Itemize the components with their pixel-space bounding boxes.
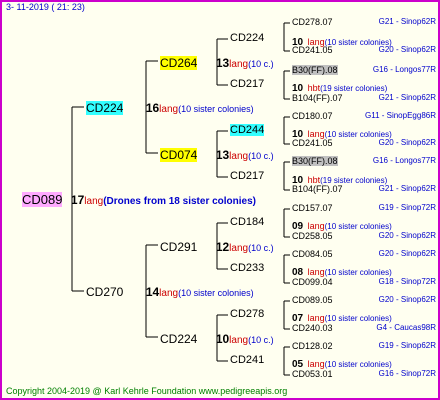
sire-queen-name: CD224 [86, 101, 124, 115]
g5-origin: G19 - Sinop62R [378, 341, 436, 350]
g5-queen-name: B104(FF).07 [292, 93, 343, 103]
g4-count-note: (10 sister colonies) [324, 360, 392, 369]
g4-queen-name: CD278 [230, 308, 265, 320]
g5-origin: G20 - Sinop62R [378, 138, 436, 147]
g5-queen-name: CD128.02 [292, 341, 333, 351]
g4-queen-name: CD217 [230, 78, 265, 90]
g3-queen-name: CD224 [160, 332, 198, 346]
sire-queen-lang: lang [159, 104, 179, 115]
g5-origin: G16 - Longos77R [372, 65, 436, 74]
g5-origin: G4 - Caucas98R [376, 323, 436, 332]
g3-queen-count: 13 [215, 148, 230, 162]
g3-queen-name: CD074 [160, 148, 198, 162]
g5-origin: G16 - Sinop72R [378, 369, 436, 378]
g5-queen-name: B104(FF).07 [292, 184, 343, 194]
g4-queen-name: CD241 [230, 354, 265, 366]
g5-queen-name: CD089.05 [292, 295, 333, 305]
g5-queen-name: CD180.07 [292, 111, 333, 121]
g4-count-note: (10 sister colonies) [324, 314, 392, 323]
g3-queen-note: (10 c.) [248, 243, 274, 253]
g3-queen-lang: lang [229, 59, 249, 70]
g5-queen-name: B30(FF).08 [292, 156, 338, 166]
g3-queen: CD264 13lang(10 c.) [160, 54, 274, 72]
g3-queen-name: CD264 [160, 56, 198, 70]
g4-queen-name: CD224 [230, 32, 265, 44]
g5-origin: G20 - Sinop62R [378, 249, 436, 258]
g5-origin: G11 - SinopEgg86R [364, 111, 436, 120]
root-queen: CD089 17lang(Drones from 18 sister colon… [22, 191, 256, 209]
g3-queen: CD291 12lang(10 c.) [160, 238, 274, 256]
g5-origin: G21 - Sinop62R [378, 17, 436, 26]
g4-count-note: (19 sister colonies) [320, 84, 388, 93]
g5-origin: G20 - Sinop62R [378, 45, 436, 54]
g3-queen: CD074 13lang(10 c.) [160, 146, 274, 164]
g4-count-lang: lang [307, 221, 325, 231]
g4-count-note: (10 sister colonies) [324, 268, 392, 277]
date-stamp: 3- 11-2019 ( 21: 23) [6, 2, 85, 12]
g5-origin: G21 - Sinop62R [378, 184, 436, 193]
g3-queen-note: (10 c.) [248, 151, 274, 161]
g5-queen-name: CD241.05 [292, 138, 333, 148]
g4-queen-name: CD244 [230, 124, 265, 136]
g5-origin: G21 - Sinop62R [378, 93, 436, 102]
g5-origin: G16 - Longos77R [372, 156, 436, 165]
g5-queen-name: CD278.07 [292, 17, 333, 27]
g3-queen-lang: lang [229, 335, 249, 346]
root-queen-count: 17 [70, 193, 85, 207]
root-queen-note: (Drones from 18 sister colonies) [103, 196, 257, 207]
sire-queen-count: 16 [145, 101, 160, 115]
g4-queen-name: CD184 [230, 216, 265, 228]
g4-queen-name: CD217 [230, 170, 265, 182]
sire-queen: CD224 16lang(10 sister colonies) [86, 99, 254, 117]
g4-count-lang: lang [307, 313, 325, 323]
root-queen-lang: lang [84, 196, 104, 207]
g3-queen-note: (10 c.) [248, 335, 274, 345]
g4-queen-name: CD233 [230, 262, 265, 274]
g4-count-lang: hbt [307, 83, 321, 93]
g3-queen-lang: lang [229, 151, 249, 162]
g5-origin: G20 - Sinop62R [378, 231, 436, 240]
dam-queen: CD270 14lang(10 sister colonies) [86, 283, 254, 301]
dam-queen-note: (10 sister colonies) [178, 288, 254, 298]
g5-origin: G20 - Sinop62R [378, 295, 436, 304]
root-queen-name: CD089 [22, 192, 63, 207]
g3-queen-name: CD291 [160, 240, 198, 254]
g4-count-note: (10 sister colonies) [324, 222, 392, 231]
dam-queen-count: 14 [145, 285, 160, 299]
g5-queen-name: CD241.05 [292, 45, 333, 55]
dam-queen-lang: lang [159, 288, 179, 299]
g5-origin: G19 - Sinop72R [378, 203, 436, 212]
g4-count-lang: lang [307, 359, 325, 369]
g5-queen-name: CD157.07 [292, 203, 333, 213]
g3-queen-count: 13 [215, 56, 230, 70]
dam-queen-name: CD270 [86, 285, 124, 299]
sire-queen-note: (10 sister colonies) [178, 104, 254, 114]
g3-queen-note: (10 c.) [248, 59, 274, 69]
g5-queen-name: CD053.01 [292, 369, 333, 379]
g5-queen-name: CD258.05 [292, 231, 333, 241]
g3-queen-count: 12 [215, 240, 230, 254]
g5-origin: G18 - Sinop72R [378, 277, 436, 286]
g3-queen: CD224 10lang(10 c.) [160, 330, 274, 348]
g4-count-lang: lang [307, 267, 325, 277]
g3-queen-lang: lang [229, 243, 249, 254]
g3-queen-count: 10 [215, 332, 230, 346]
g5-queen-name: CD240.03 [292, 323, 333, 333]
g5-queen-name: CD084.05 [292, 249, 333, 259]
g5-queen-name: B30(FF).08 [292, 65, 338, 75]
copyright-footer: Copyright 2004-2019 @ Karl Kehrle Founda… [6, 386, 288, 396]
g5-queen-name: CD099.04 [292, 277, 333, 287]
